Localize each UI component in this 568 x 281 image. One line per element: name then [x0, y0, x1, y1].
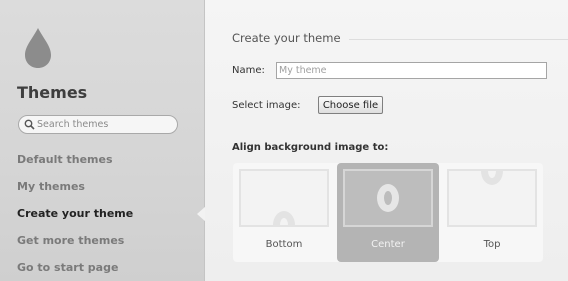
- align-option-top[interactable]: Top: [441, 163, 543, 262]
- search-input[interactable]: [37, 117, 173, 132]
- align-title: Align background image to:: [232, 142, 389, 153]
- align-option-center[interactable]: Center: [337, 163, 439, 262]
- nav-item-my-themes[interactable]: My themes: [17, 180, 85, 193]
- magnifier-icon: [24, 119, 35, 130]
- align-option-bottom[interactable]: Bottom: [233, 163, 335, 262]
- drop-icon: [25, 28, 51, 68]
- nav-item-default-themes[interactable]: Default themes: [17, 153, 113, 166]
- sidebar: Themes Default themes My themes Create y…: [0, 0, 206, 281]
- align-thumbnail-center: [343, 169, 433, 227]
- nav-item-go-to-start-page[interactable]: Go to start page: [17, 261, 118, 274]
- app-title: Themes: [17, 83, 88, 102]
- main-panel: Create your theme Name: Select image: Ch…: [205, 0, 568, 281]
- theme-name-input[interactable]: [276, 62, 547, 79]
- align-option-label: Center: [371, 239, 405, 250]
- align-thumbnail-bottom: [239, 169, 329, 227]
- o-icon: [481, 171, 503, 185]
- o-icon: [377, 184, 399, 212]
- choose-file-button[interactable]: Choose file: [318, 96, 383, 114]
- nav-item-get-more-themes[interactable]: Get more themes: [17, 234, 124, 247]
- o-icon: [273, 211, 295, 225]
- section-title: Create your theme: [232, 31, 349, 45]
- align-option-label: Top: [483, 239, 501, 250]
- nav-item-create-your-theme[interactable]: Create your theme: [17, 207, 133, 220]
- select-image-label: Select image:: [232, 100, 301, 111]
- align-option-label: Bottom: [265, 239, 303, 250]
- align-thumbnail-top: [447, 169, 537, 227]
- search-box[interactable]: [18, 115, 178, 134]
- name-label: Name:: [232, 65, 265, 76]
